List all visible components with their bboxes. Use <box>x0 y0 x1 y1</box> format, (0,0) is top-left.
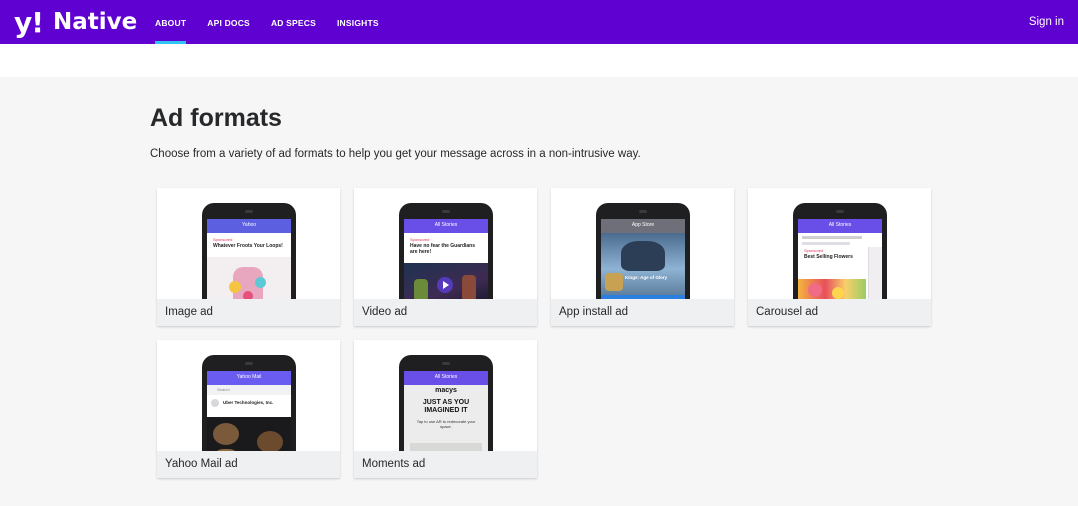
mock-app-bar-title: All Stories <box>434 222 458 228</box>
card-caption: Yahoo Mail ad <box>157 451 340 478</box>
ad-format-card-image[interactable]: Yahoo Sponsored Whatever Froots Your Loo… <box>157 188 340 326</box>
phone-mockup: All Stories Sponsored Best Selling Flowe… <box>793 203 887 299</box>
card-caption: Carousel ad <box>748 299 931 326</box>
mock-headline: Uber Technologies, Inc. <box>223 400 274 405</box>
phone-mockup: All Stories Sponsored Have no fear the G… <box>399 203 493 299</box>
page-title: Ad formats <box>150 104 282 132</box>
card-caption: Video ad <box>354 299 537 326</box>
nav-about[interactable]: ABOUT <box>155 0 187 44</box>
nav-insights[interactable]: INSIGHTS <box>337 0 379 44</box>
card-thumbnail: All Stories Sponsored Best Selling Flowe… <box>748 188 931 299</box>
sign-in-link[interactable]: Sign in <box>1029 0 1064 44</box>
yahoo-native-logo[interactable]: y! Native <box>14 5 138 39</box>
mock-body-text: Tap to use AR to redecorate your space. <box>416 419 476 429</box>
card-thumbnail: All Stories macys JUST AS YOU IMAGINED I… <box>354 340 537 451</box>
mock-app-bar-title: App Store <box>631 222 655 228</box>
ad-format-card-app-install[interactable]: App Store Kings: Age of Glory App instal… <box>551 188 734 326</box>
mock-search-field: Search <box>217 387 230 392</box>
ad-format-card-moments[interactable]: All Stories macys JUST AS YOU IMAGINED I… <box>354 340 537 478</box>
card-caption: Image ad <box>157 299 340 326</box>
card-label: App install ad <box>559 306 629 318</box>
card-thumbnail: App Store Kings: Age of Glory <box>551 188 734 299</box>
mock-app-bar-title: Yahoo <box>241 222 257 228</box>
card-caption: Moments ad <box>354 451 537 478</box>
ad-formats-section: Ad formats Choose from a variety of ad f… <box>0 77 1078 506</box>
card-thumbnail: Yahoo Sponsored Whatever Froots Your Loo… <box>157 188 340 299</box>
yahoo-logo-mark: y! <box>14 5 44 39</box>
phone-mockup: App Store Kings: Age of Glory <box>596 203 690 299</box>
ad-format-card-yahoo-mail[interactable]: Yahoo Mail Search Uber Technologies, Inc… <box>157 340 340 478</box>
card-label: Yahoo Mail ad <box>165 458 238 470</box>
card-label: Carousel ad <box>756 306 819 318</box>
main-nav: ABOUT API DOCS AD SPECS INSIGHTS <box>155 0 400 44</box>
macys-logo: macys <box>435 387 457 394</box>
mock-headline: Whatever Froots Your Loops! <box>213 243 283 249</box>
phone-mockup: Yahoo Sponsored Whatever Froots Your Loo… <box>202 203 296 299</box>
phone-mockup: Yahoo Mail Search Uber Technologies, Inc… <box>202 355 296 451</box>
card-caption: App install ad <box>551 299 734 326</box>
card-label: Image ad <box>165 306 213 318</box>
mock-app-bar-title: Yahoo Mail <box>236 374 262 380</box>
mock-headline: Best Selling Flowers <box>804 254 853 260</box>
card-label: Video ad <box>362 306 408 318</box>
card-thumbnail: Yahoo Mail Search Uber Technologies, Inc… <box>157 340 340 451</box>
card-thumbnail: All Stories Sponsored Have no fear the G… <box>354 188 537 299</box>
ad-format-card-carousel[interactable]: All Stories Sponsored Best Selling Flowe… <box>748 188 931 326</box>
mock-app-bar-title: All Stories <box>828 222 852 228</box>
mock-sponsored-label: Sponsored <box>410 237 430 242</box>
nav-ad-specs[interactable]: AD SPECS <box>271 0 316 44</box>
nav-api-docs[interactable]: API DOCS <box>207 0 250 44</box>
phone-mockup: All Stories macys JUST AS YOU IMAGINED I… <box>399 355 493 451</box>
page-subtitle: Choose from a variety of ad formats to h… <box>150 148 641 160</box>
mock-app-bar-title: All Stories <box>434 374 458 380</box>
mock-sponsored-label: Sponsored <box>213 237 233 242</box>
card-label: Moments ad <box>362 458 426 470</box>
top-nav-bar: y! Native ABOUT API DOCS AD SPECS INSIGH… <box>0 0 1078 44</box>
ad-format-card-video[interactable]: All Stories Sponsored Have no fear the G… <box>354 188 537 326</box>
mock-headline: JUST AS YOU IMAGINED IT <box>422 399 470 414</box>
mock-sponsored-label: Sponsored <box>804 248 824 253</box>
mock-headline: Have no fear the Guardians are here! <box>410 243 476 255</box>
mock-headline: Kings: Age of Glory <box>625 275 668 280</box>
logo-wordmark: Native <box>53 9 138 35</box>
